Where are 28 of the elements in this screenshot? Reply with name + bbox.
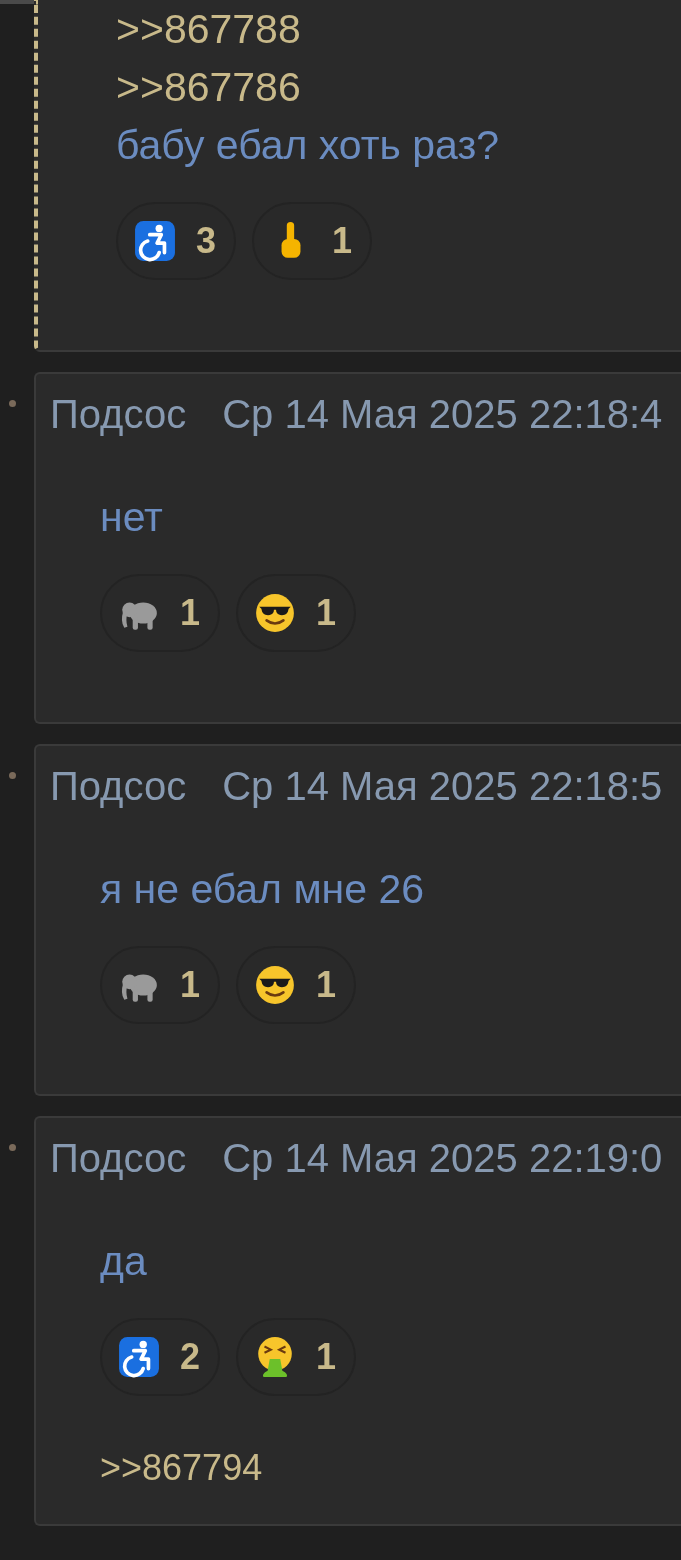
reply-link[interactable]: >>867788 [116, 0, 301, 58]
post-message: бабу ебал хоть раз? [116, 121, 500, 170]
post-author: Подсос [50, 764, 187, 808]
post-author: Подсос [50, 392, 187, 436]
post-message: да [100, 1237, 147, 1286]
post-marker [9, 400, 16, 407]
reaction-button[interactable]: 1 [236, 574, 357, 652]
post-date: Ср 14 Мая 2025 22:19:0 [222, 1136, 663, 1180]
reaction-button[interactable]: 1 [236, 1318, 357, 1396]
post-marker [9, 772, 16, 779]
post-message: нет [100, 493, 163, 542]
sunglasses-face-icon [254, 592, 297, 634]
post-marker [9, 1144, 16, 1151]
reaction-button[interactable]: 2 [100, 1318, 221, 1396]
post-author: Подсос [50, 1136, 187, 1180]
reaction-button[interactable]: 1 [236, 946, 357, 1024]
reply-link[interactable]: >>867786 [116, 58, 301, 116]
post-message: я не ебал мне 26 [100, 865, 425, 914]
post-date: Ср 14 Мая 2025 22:18:4 [222, 392, 663, 436]
sunglasses-face-icon [254, 964, 297, 1006]
reaction-button[interactable]: 1 [100, 946, 221, 1024]
backlink[interactable]: >>867794 [100, 1446, 263, 1490]
post-date: Ср 14 Мая 2025 22:18:5 [222, 764, 663, 808]
reaction-button[interactable]: 1 [100, 574, 221, 652]
reaction-button[interactable]: 3 [116, 202, 237, 280]
wheelchair-icon [118, 1336, 160, 1378]
reaction-button[interactable]: 1 [252, 202, 373, 280]
wheelchair-icon [134, 220, 176, 262]
